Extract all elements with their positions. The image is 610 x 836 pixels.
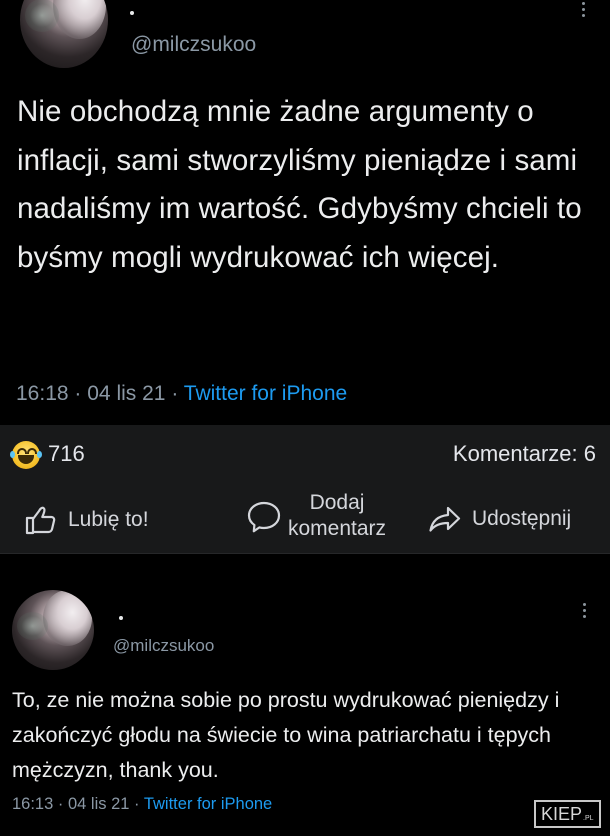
display-name-dot bbox=[130, 11, 134, 15]
meta-separator: · bbox=[134, 795, 140, 813]
more-options-icon[interactable] bbox=[583, 603, 587, 618]
user-handle[interactable]: @milczsukoo bbox=[113, 636, 214, 656]
tweet-source-link[interactable]: Twitter for iPhone bbox=[184, 382, 347, 405]
tweet-date: 04 lis 21 bbox=[87, 382, 166, 405]
user-handle[interactable]: @milczsukoo bbox=[131, 33, 256, 57]
comments-count[interactable]: Komentarze: 6 bbox=[453, 441, 596, 467]
share-button[interactable]: Udostępnij bbox=[428, 505, 571, 533]
comment-bubble-icon bbox=[247, 501, 281, 533]
tweet-date: 04 lis 21 bbox=[67, 795, 130, 813]
tweet-text: To, ze nie można sobie po prostu wydruko… bbox=[12, 688, 560, 782]
share-arrow-icon bbox=[429, 506, 461, 532]
site-watermark-logo: KIEP .PL bbox=[534, 800, 601, 828]
comment-button[interactable]: Dodaj komentarz bbox=[246, 490, 396, 542]
avatar[interactable] bbox=[12, 590, 94, 670]
tweet-meta: 16:13 · 04 lis 21 · Twitter for iPhone bbox=[12, 795, 272, 814]
meta-separator: · bbox=[57, 795, 64, 813]
watermark-main: KIEP bbox=[541, 804, 583, 824]
more-options-icon[interactable] bbox=[582, 2, 586, 17]
tweet-time: 16:18 bbox=[16, 382, 69, 405]
tweet-time: 16:13 bbox=[12, 795, 54, 813]
tweet-text: Nie obchodzą mnie żadne argumenty o infl… bbox=[17, 95, 582, 274]
share-label: Udostępnij bbox=[472, 507, 572, 530]
like-label: Lubię to! bbox=[68, 508, 149, 531]
like-button[interactable]: Lubię to! bbox=[25, 505, 149, 535]
comment-label: Dodaj komentarz bbox=[287, 491, 387, 540]
watermark-suffix: .PL bbox=[583, 815, 594, 822]
thumbs-up-icon bbox=[25, 506, 56, 535]
reaction-count[interactable]: 716 bbox=[48, 441, 85, 467]
display-name-dot bbox=[119, 616, 123, 620]
tweet-meta: 16:18 · 04 lis 21 · Twitter for iPhone bbox=[16, 382, 347, 406]
tweet-source-link[interactable]: Twitter for iPhone bbox=[144, 795, 272, 813]
meta-separator: · bbox=[171, 382, 179, 405]
laughing-emoji-icon[interactable] bbox=[10, 441, 42, 469]
meta-separator: · bbox=[74, 382, 82, 405]
